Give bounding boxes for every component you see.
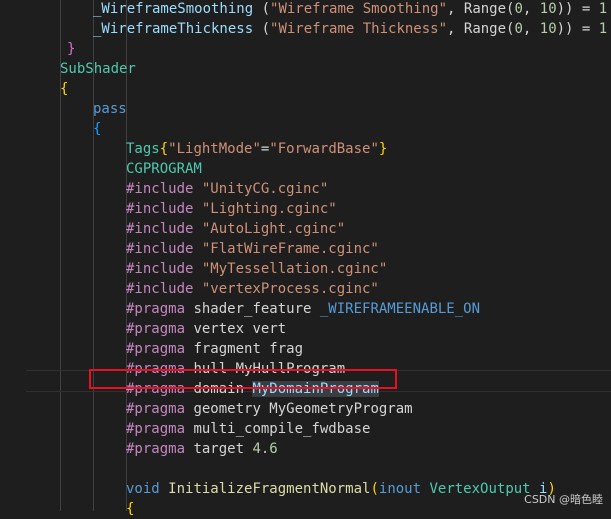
code-token: ( bbox=[370, 481, 379, 497]
code-token: { bbox=[60, 81, 69, 97]
code-token: #pragma bbox=[126, 421, 194, 437]
code-line[interactable]: #include "UnityCG.cginc" bbox=[0, 179, 611, 199]
code-token: { bbox=[126, 501, 135, 517]
code-line[interactable]: { bbox=[0, 119, 611, 139]
code-token: fragment frag bbox=[193, 341, 304, 357]
watermark: CSDN @暗色睦 bbox=[524, 493, 603, 506]
code-line[interactable]: pass bbox=[0, 99, 611, 119]
code-line[interactable]: _WireframeThickness ("Wireframe Thicknes… bbox=[0, 19, 611, 39]
code-token: #include bbox=[126, 181, 202, 197]
code-token: target bbox=[193, 441, 253, 457]
code-token: 1 bbox=[598, 21, 608, 37]
code-token: "ForwardBase" bbox=[269, 141, 379, 157]
code-token: , bbox=[522, 21, 540, 37]
code-token: VertexOutput bbox=[429, 481, 540, 497]
code-token: { bbox=[93, 121, 102, 137]
code-line[interactable]: #pragma fragment frag bbox=[0, 339, 611, 359]
code-token: , bbox=[522, 1, 540, 17]
code-token: #include bbox=[126, 221, 202, 237]
code-line[interactable]: Tags{"LightMode"="ForwardBase"} bbox=[0, 139, 611, 159]
code-line[interactable]: #pragma geometry MyGeometryProgram bbox=[0, 399, 611, 419]
code-line[interactable] bbox=[0, 459, 611, 479]
code-token: { bbox=[159, 141, 169, 157]
code-token: #include bbox=[126, 281, 202, 297]
code-token: , Range( bbox=[447, 21, 515, 37]
code-token: _WireframeSmoothing bbox=[93, 1, 262, 17]
code-line[interactable]: { bbox=[0, 499, 611, 519]
code-token: geometry MyGeometryProgram bbox=[193, 401, 413, 417]
code-token: "FlatWireFrame.cginc" bbox=[201, 241, 379, 257]
code-token: #pragma bbox=[126, 401, 194, 417]
code-token: ( bbox=[261, 21, 271, 37]
code-token: "UnityCG.cginc" bbox=[201, 181, 329, 197]
code-token: #include bbox=[126, 241, 202, 257]
code-token: multi_compile_fwdbase bbox=[193, 421, 371, 437]
code-token: SubShader bbox=[60, 61, 136, 77]
code-token: InitializeFragmentNormal bbox=[168, 481, 371, 497]
code-token: "Wireframe Smoothing" bbox=[270, 1, 448, 17]
code-line[interactable]: _WireframeSmoothing ("Wireframe Smoothin… bbox=[0, 0, 611, 19]
code-token: _WireframeThickness bbox=[93, 21, 262, 37]
code-token: CGPROGRAM bbox=[126, 161, 202, 177]
code-token: #pragma bbox=[126, 301, 194, 317]
code-token: } bbox=[67, 41, 76, 57]
code-token: , Range( bbox=[447, 1, 515, 17]
code-token: #pragma bbox=[126, 441, 194, 457]
code-token: 10 bbox=[539, 21, 557, 37]
code-token: )) = bbox=[556, 21, 599, 37]
code-token: vertex vert bbox=[193, 321, 287, 337]
code-token: 0 bbox=[514, 21, 523, 37]
code-line[interactable]: SubShader bbox=[0, 59, 611, 79]
code-token: "LightMode" bbox=[168, 141, 261, 157]
code-token: "vertexProcess.cginc" bbox=[201, 281, 379, 297]
code-token: void bbox=[126, 481, 169, 497]
code-token: 0 bbox=[514, 1, 523, 17]
code-editor[interactable]: _WireframeSmoothing ("Wireframe Smoothin… bbox=[0, 0, 611, 517]
code-token: inout bbox=[378, 481, 430, 497]
code-token: "Wireframe Thickness" bbox=[270, 21, 448, 37]
code-line[interactable]: #include "FlatWireFrame.cginc" bbox=[0, 239, 611, 259]
code-line[interactable]: { bbox=[0, 79, 611, 99]
code-line[interactable]: #pragma multi_compile_fwdbase bbox=[0, 419, 611, 439]
code-token: #pragma bbox=[126, 321, 194, 337]
code-token: ( bbox=[261, 1, 271, 17]
code-token: "Lighting.cginc" bbox=[201, 201, 337, 217]
code-line[interactable]: #include "AutoLight.cginc" bbox=[0, 219, 611, 239]
code-line[interactable]: } bbox=[0, 39, 611, 59]
code-line[interactable]: #pragma target 4.6 bbox=[0, 439, 611, 459]
code-line[interactable]: #include "MyTessellation.cginc" bbox=[0, 259, 611, 279]
red-highlight-box bbox=[89, 369, 397, 389]
code-token: #include bbox=[126, 201, 202, 217]
code-line[interactable]: #pragma shader_feature _WIREFRAMEENABLE_… bbox=[0, 299, 611, 319]
code-token: Tags bbox=[126, 141, 160, 157]
code-token: } bbox=[378, 141, 388, 157]
code-token: shader_feature bbox=[193, 301, 320, 317]
code-token: "AutoLight.cginc" bbox=[201, 221, 346, 237]
code-token: "MyTessellation.cginc" bbox=[201, 261, 388, 277]
code-line[interactable]: CGPROGRAM bbox=[0, 159, 611, 179]
code-line[interactable]: void InitializeFragmentNormal(inout Vert… bbox=[0, 479, 611, 499]
code-token: 10 bbox=[539, 1, 557, 17]
code-line[interactable]: #include "vertexProcess.cginc" bbox=[0, 279, 611, 299]
code-token: 1 bbox=[598, 1, 608, 17]
code-line[interactable]: #include "Lighting.cginc" bbox=[0, 199, 611, 219]
code-token: )) = bbox=[556, 1, 599, 17]
code-token: #pragma bbox=[126, 341, 194, 357]
code-token: _WIREFRAMEENABLE_ON bbox=[319, 301, 481, 317]
code-token: 4.6 bbox=[252, 441, 278, 457]
code-line[interactable]: #pragma vertex vert bbox=[0, 319, 611, 339]
code-token: #include bbox=[126, 261, 202, 277]
code-token: pass bbox=[93, 101, 127, 117]
